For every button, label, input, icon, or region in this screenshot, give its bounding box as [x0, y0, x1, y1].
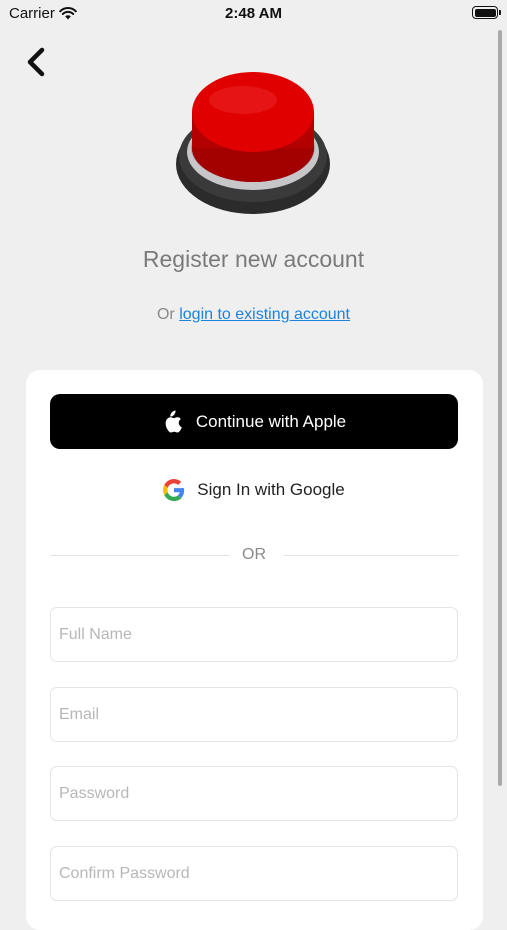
- battery-icon: [472, 6, 501, 19]
- login-prefix: Or: [156, 306, 175, 323]
- register-card: Continue with Apple Sign In with Google …: [26, 370, 483, 930]
- back-button[interactable]: [22, 44, 52, 80]
- full-name-field[interactable]: [50, 607, 458, 662]
- apple-logo-icon: [165, 410, 182, 433]
- google-button-label: Sign In with Google: [197, 479, 345, 499]
- or-divider: OR: [50, 544, 458, 566]
- page-title: Register new account: [142, 246, 365, 272]
- password-field[interactable]: [50, 766, 458, 821]
- email-field[interactable]: [50, 687, 458, 742]
- continue-with-apple-button[interactable]: Continue with Apple: [50, 394, 458, 449]
- login-existing-link[interactable]: login to existing account: [179, 306, 350, 323]
- confirm-password-field[interactable]: [50, 846, 458, 901]
- status-time: 2:48 AM: [225, 5, 282, 22]
- google-g-icon: [163, 478, 185, 501]
- sign-in-with-google-button[interactable]: Sign In with Google: [50, 462, 458, 517]
- chevron-left-icon: [27, 47, 45, 77]
- divider-line-right: [284, 555, 458, 556]
- login-prompt: Or login to existing account: [0, 306, 507, 324]
- apple-button-label: Continue with Apple: [195, 411, 347, 431]
- status-bar: Carrier 2:48 AM: [0, 0, 507, 28]
- scrollbar[interactable]: [498, 30, 502, 786]
- red-push-button-icon: [176, 72, 330, 214]
